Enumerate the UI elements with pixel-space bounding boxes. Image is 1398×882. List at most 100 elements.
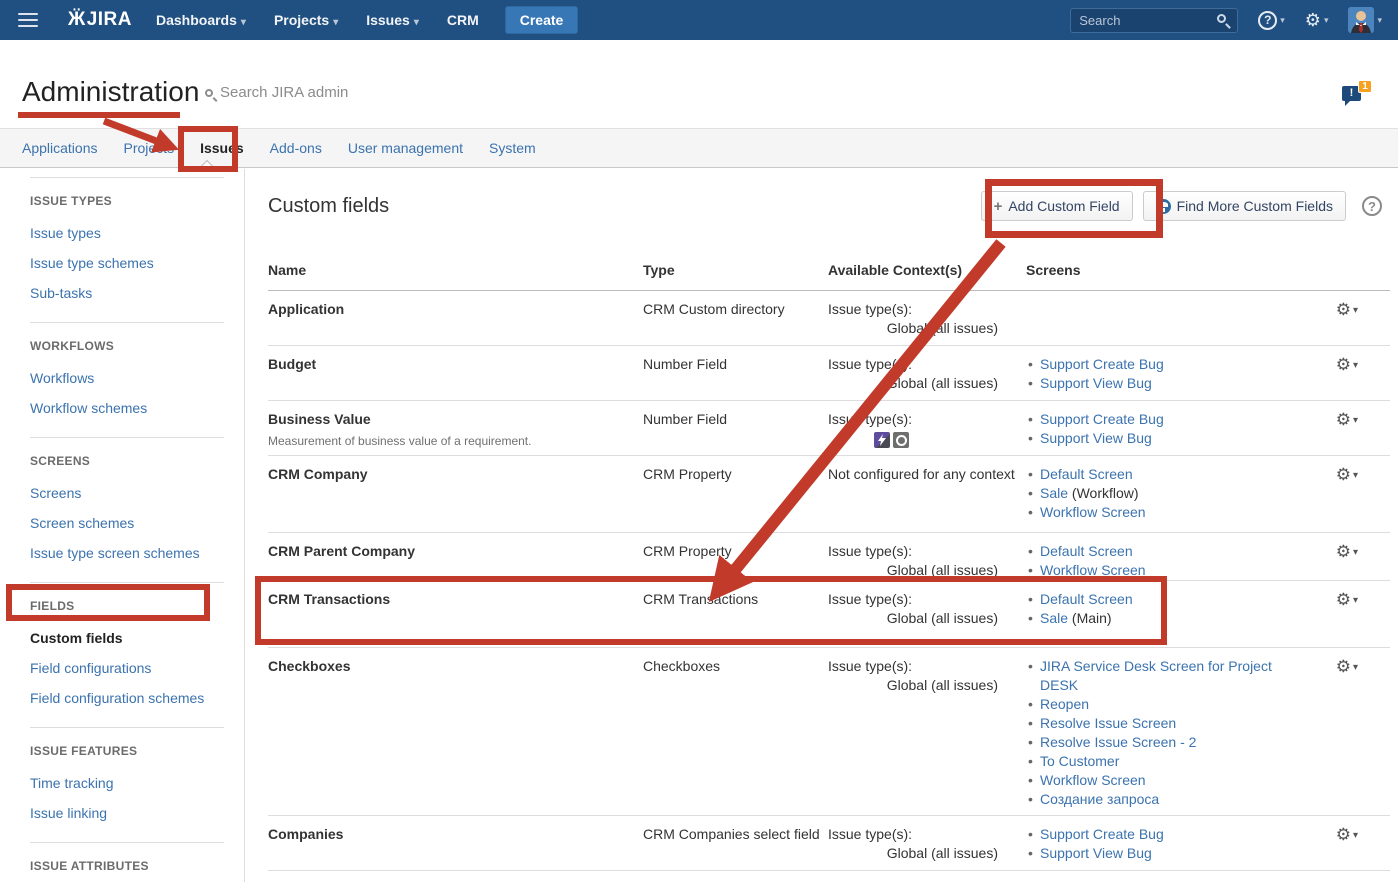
screen-link[interactable]: Workflow Screen	[1040, 772, 1146, 788]
screen-link[interactable]: JIRA Service Desk Screen for Project DES…	[1040, 658, 1272, 693]
sidebar-item-field-configuration-schemes[interactable]: Field configuration schemes	[30, 687, 224, 717]
screens-list: Support Create Bug Support View Bug	[1026, 825, 1326, 863]
jira-logo-icon: Ӝ	[68, 9, 86, 31]
row-actions-gear[interactable]: ⚙▾	[1336, 467, 1358, 483]
menu-dashboards[interactable]: Dashboards▾	[156, 12, 246, 28]
row-actions-gear[interactable]: ⚙▾	[1336, 302, 1358, 318]
help-icon: ?	[1258, 11, 1277, 30]
screen-link[interactable]: Sale	[1040, 485, 1068, 501]
screens-list-item: To Customer	[1026, 752, 1326, 771]
gear-icon: ⚙	[1336, 542, 1351, 561]
row-actions-gear[interactable]: ⚙▾	[1336, 357, 1358, 373]
actions-cell: ⚙▾	[1326, 410, 1390, 430]
row-actions-gear[interactable]: ⚙▾	[1336, 592, 1358, 608]
sidebar-item-workflow-schemes[interactable]: Workflow schemes	[30, 397, 224, 427]
global-search-input[interactable]	[1070, 8, 1238, 33]
screen-link[interactable]: Resolve Issue Screen	[1040, 715, 1176, 731]
jira-logo[interactable]: Ӝ JIRA	[68, 9, 132, 31]
tab-applications[interactable]: Applications	[18, 140, 102, 156]
gear-icon: ⚙	[1336, 355, 1351, 374]
type-cell: CRM Companies select field	[643, 825, 828, 844]
sidebar-item-time-tracking[interactable]: Time tracking	[30, 772, 224, 802]
sidebar-item-sub-tasks[interactable]: Sub-tasks	[30, 282, 224, 312]
add-custom-field-button[interactable]: + Add Custom Field	[981, 191, 1133, 221]
screen-link[interactable]: Создание запроса	[1040, 791, 1159, 807]
row-actions-gear[interactable]: ⚙▾	[1336, 827, 1358, 843]
hamburger-menu-icon[interactable]	[18, 13, 38, 27]
name-cell: Checkboxes	[268, 657, 643, 676]
gear-icon: ⚙	[1336, 590, 1351, 609]
table-row-crm-company: CRM CompanyCRM PropertyNot configured fo…	[268, 456, 1390, 533]
tab-user-management[interactable]: User management	[344, 140, 467, 156]
screen-link[interactable]: Support Create Bug	[1040, 411, 1164, 427]
menu-crm[interactable]: CRM	[447, 12, 479, 28]
sidebar-item-issue-type-screen-schemes[interactable]: Issue type screen schemes	[30, 542, 224, 572]
tab-system[interactable]: System	[485, 140, 540, 156]
custom-field-name: Business Value	[268, 410, 643, 429]
admin-search-input[interactable]	[220, 84, 420, 101]
actions-cell: ⚙▾	[1326, 657, 1390, 677]
chevron-down-icon: ▾	[1353, 547, 1358, 558]
sidebar-group-fields: FIELDSCustom fieldsField configurationsF…	[30, 582, 224, 727]
sidebar-item-custom-fields[interactable]: Custom fields	[30, 627, 224, 657]
screen-link[interactable]: Default Screen	[1040, 591, 1133, 607]
menu-issues[interactable]: Issues▾	[366, 12, 419, 28]
screen-link[interactable]: Support Create Bug	[1040, 826, 1164, 842]
sidebar-item-screens[interactable]: Screens	[30, 482, 224, 512]
type-cell: Number Field	[643, 410, 828, 429]
create-button[interactable]: Create	[505, 6, 579, 34]
sidebar-item-field-configurations[interactable]: Field configurations	[30, 657, 224, 687]
screen-link[interactable]: Support Create Bug	[1040, 356, 1164, 372]
context-label: Issue type(s):	[828, 410, 1026, 429]
tab-add-ons[interactable]: Add-ons	[266, 140, 326, 156]
tab-projects[interactable]: Projects	[120, 140, 179, 156]
chevron-down-icon: ▾	[1353, 470, 1358, 481]
screen-link[interactable]: Support View Bug	[1040, 430, 1152, 446]
name-cell: CRM Company	[268, 465, 643, 484]
context-value: Global (all issues)	[828, 676, 1026, 695]
screen-link[interactable]: Support View Bug	[1040, 845, 1152, 861]
screens-list-item: Support View Bug	[1026, 844, 1326, 863]
screen-link[interactable]: Resolve Issue Screen - 2	[1040, 734, 1196, 750]
screens-list-item: Sale (Main)	[1026, 609, 1326, 628]
help-menu[interactable]: ? ▾	[1258, 11, 1285, 30]
menu-projects[interactable]: Projects▾	[274, 12, 338, 28]
screen-link[interactable]: Workflow Screen	[1040, 504, 1146, 520]
chevron-down-icon: ▾	[1353, 830, 1358, 841]
user-menu[interactable]: ▾	[1348, 7, 1382, 33]
row-actions-gear[interactable]: ⚙▾	[1336, 412, 1358, 428]
ring-issue-type-icon	[893, 432, 909, 448]
announcement-icon[interactable]: ! 1	[1342, 80, 1372, 106]
sidebar-item-workflows[interactable]: Workflows	[30, 367, 224, 397]
screen-link[interactable]: Workflow Screen	[1040, 562, 1146, 578]
find-more-custom-fields-button[interactable]: Find More Custom Fields	[1143, 191, 1346, 221]
screens-list: Default Screen Sale (Workflow) Workflow Sc…	[1026, 465, 1326, 522]
row-actions-gear[interactable]: ⚙▾	[1336, 544, 1358, 560]
table-row-application: ApplicationCRM Custom directoryIssue typ…	[268, 291, 1390, 346]
bolt-issue-type-icon	[874, 432, 890, 448]
screen-link[interactable]: Default Screen	[1040, 466, 1133, 482]
table-header: NameTypeAvailable Context(s)Screens	[268, 258, 1390, 291]
table-row-business-value: Business ValueMeasurement of business va…	[268, 401, 1390, 456]
screen-link[interactable]: Sale	[1040, 610, 1068, 626]
type-cell: Checkboxes	[643, 657, 828, 676]
admin-settings-menu[interactable]: ⚙ ▾	[1305, 11, 1329, 29]
screen-link[interactable]: Reopen	[1040, 696, 1089, 712]
screen-link[interactable]: Support View Bug	[1040, 375, 1152, 391]
context-label: Issue type(s):	[828, 657, 1026, 676]
sidebar-item-issue-types[interactable]: Issue types	[30, 222, 224, 252]
marketplace-icon	[1156, 199, 1171, 214]
screen-link[interactable]: To Customer	[1040, 753, 1119, 769]
screens-list-item: Support View Bug	[1026, 429, 1326, 448]
sidebar-item-screen-schemes[interactable]: Screen schemes	[30, 512, 224, 542]
screen-link[interactable]: Default Screen	[1040, 543, 1133, 559]
screen-link-suffix: (Workflow)	[1068, 485, 1139, 501]
sidebar-item-issue-type-schemes[interactable]: Issue type schemes	[30, 252, 224, 282]
gear-icon: ⚙	[1305, 11, 1321, 29]
actions-toolbar: + Add Custom Field Find More Custom Fiel…	[981, 191, 1382, 221]
sidebar-item-issue-linking[interactable]: Issue linking	[30, 802, 224, 832]
tab-issues[interactable]: Issues	[196, 140, 248, 156]
help-icon[interactable]: ?	[1362, 196, 1382, 216]
custom-field-name: Companies	[268, 825, 643, 844]
row-actions-gear[interactable]: ⚙▾	[1336, 659, 1358, 675]
